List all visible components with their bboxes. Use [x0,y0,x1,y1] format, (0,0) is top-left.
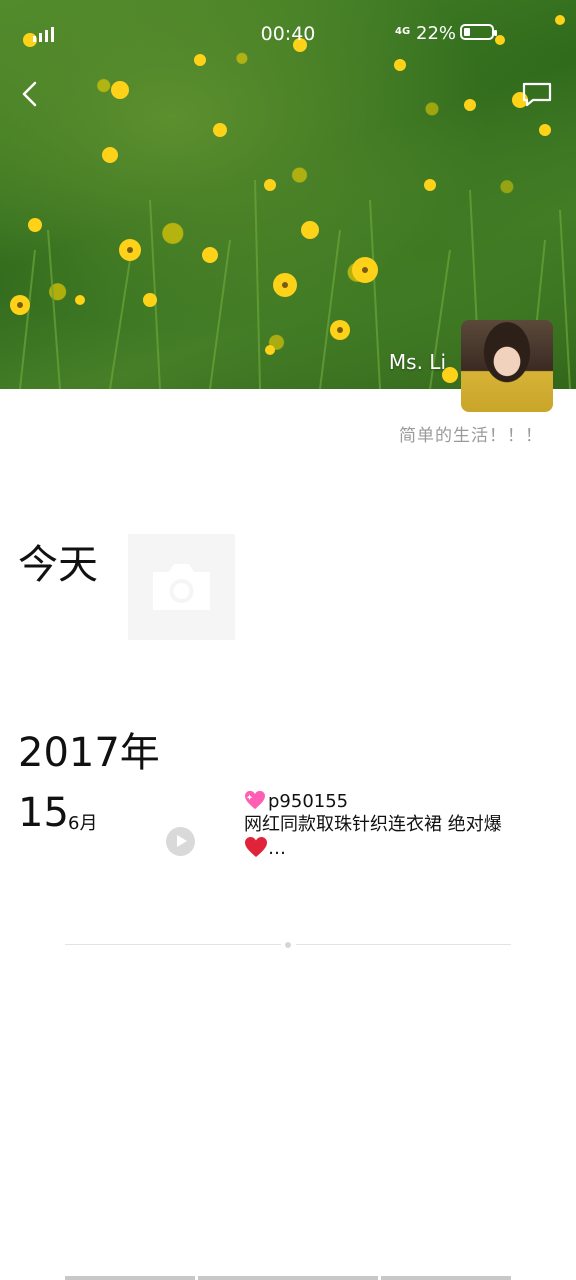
battery-icon [460,24,497,40]
today-label: 今天 [18,542,98,588]
entry-day: 15 [18,790,69,836]
divider-left [65,944,281,945]
profile-username: Ms. Li [388,350,446,374]
post-line-1: p950155 [268,791,349,812]
back-arrow-icon[interactable] [16,76,46,112]
bottom-indicator [65,1276,511,1280]
battery-level [464,28,470,36]
bottom-indicator-segment [381,1276,511,1280]
play-icon[interactable] [166,827,195,856]
camera-icon [153,564,210,610]
timeline-post[interactable]: p950155 网红同款取珠针织连衣裙 绝对爆 … [244,790,544,860]
year-label: 2017年 [18,730,160,776]
entry-month: 6月 [68,813,98,834]
post-line-2: 网红同款取珠针织连衣裙 绝对爆 [244,814,502,835]
red-heart-icon [245,837,267,857]
bottom-indicator-segment [198,1276,378,1280]
divider-dot [285,942,291,948]
profile-signature: 简单的生活！！！ [399,426,543,446]
sparkling-heart-icon [245,790,265,810]
divider-right [296,944,511,945]
battery-percent: 22% [416,23,457,44]
network-type: 4G [395,26,411,37]
message-icon[interactable] [521,80,553,108]
profile-avatar[interactable] [461,320,553,412]
status-bar: 00:40 4G 22% [0,0,576,68]
post-line-3: … [268,838,286,859]
bottom-indicator-segment [65,1276,195,1280]
post-camera-button[interactable] [128,534,235,640]
